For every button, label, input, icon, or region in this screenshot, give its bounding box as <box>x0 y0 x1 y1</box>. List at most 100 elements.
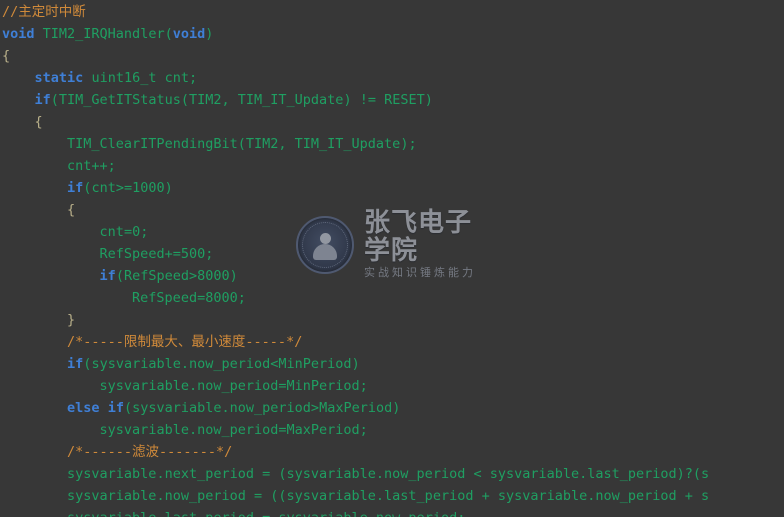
code-token-num: 500 <box>180 246 206 262</box>
code-token-punc: = ( <box>253 466 287 482</box>
code-token-punc: . <box>375 488 385 504</box>
code-token-punc: , <box>221 92 238 108</box>
code-line[interactable]: if(RefSpeed>8000) <box>0 265 784 287</box>
code-token-id: cnt <box>67 158 92 174</box>
code-token-id: sysvariable <box>67 488 157 504</box>
code-token-punc: . <box>156 510 164 517</box>
code-token-punc: ) <box>392 400 401 416</box>
code-token-id: sysvariable <box>286 466 376 482</box>
code-line[interactable]: /*-----限制最大、最小速度-----*/ <box>0 331 784 353</box>
code-token-punc: . <box>156 466 165 482</box>
code-token-punc: . <box>180 356 189 372</box>
code-token-kw: void <box>2 26 35 42</box>
code-token-id: sysvariable <box>278 510 367 517</box>
code-token-brace: { <box>2 48 11 64</box>
code-token-id: sysvariable <box>99 378 189 394</box>
code-line[interactable]: void TIM2_IRQHandler(void) <box>0 23 784 45</box>
code-token-punc: ) <box>164 180 173 196</box>
code-token-punc: = <box>254 510 278 517</box>
code-token-brace: } <box>67 312 76 328</box>
code-token-punc: ; <box>205 246 214 262</box>
code-token-id: sysvariable <box>132 400 222 416</box>
code-line[interactable]: { <box>0 111 784 133</box>
code-line[interactable]: //主定时中断 <box>0 0 784 23</box>
code-token-id: uint16_t <box>91 70 157 86</box>
code-token-punc: . <box>156 488 165 504</box>
code-token-punc: < <box>465 466 490 482</box>
code-line[interactable]: if(TIM_GetITStatus(TIM2, TIM_IT_Update) … <box>0 89 784 111</box>
code-line[interactable]: sysvariable.now_period = ((sysvariable.l… <box>0 485 784 507</box>
code-line[interactable]: RefSpeed=8000; <box>0 287 784 309</box>
code-line[interactable]: if(sysvariable.now_period<MinPeriod) <box>0 353 784 375</box>
code-token-id: MinPeriod <box>286 378 360 394</box>
code-line[interactable]: sysvariable.last_period = sysvariable.no… <box>0 507 784 517</box>
code-token-punc: ) <box>229 268 238 284</box>
code-token-punc: >= <box>115 180 133 196</box>
code-token-fn: TIM2_IRQHandler <box>42 26 165 42</box>
code-line[interactable]: else if(sysvariable.now_period>MaxPeriod… <box>0 397 784 419</box>
code-line[interactable]: if(cnt>=1000) <box>0 177 784 199</box>
code-token-id: RefSpeed <box>99 246 165 262</box>
code-token-id: RefSpeed <box>132 290 198 306</box>
code-token-id: next_period <box>164 466 254 482</box>
code-token-punc: ); <box>400 136 417 152</box>
code-token-id: RESET <box>384 92 425 108</box>
code-token-id: now_period <box>164 488 246 504</box>
code-token-id: sysvariable <box>67 466 157 482</box>
code-line[interactable]: } <box>0 309 784 331</box>
code-token-punc: = <box>197 290 206 306</box>
code-line[interactable]: { <box>0 199 784 221</box>
code-line[interactable]: cnt=0; <box>0 221 784 243</box>
code-token-punc: ( <box>237 136 246 152</box>
code-token-cmt: /*-----限制最大、最小速度-----*/ <box>67 334 303 350</box>
code-token-punc: ) <box>351 356 360 372</box>
code-line[interactable]: cnt++; <box>0 155 784 177</box>
code-token-id: TIM2 <box>245 136 279 152</box>
code-token-kw: void <box>172 26 206 42</box>
code-token-brace: { <box>67 202 76 218</box>
code-line[interactable]: sysvariable.next_period = (sysvariable.n… <box>0 463 784 485</box>
code-token-num: 1000 <box>132 180 165 196</box>
code-token-id: now_period <box>197 422 279 438</box>
code-token-id: MinPeriod <box>278 356 352 372</box>
code-line[interactable]: { <box>0 45 784 67</box>
code-token-punc: ( <box>115 268 124 284</box>
code-token-punc: . <box>188 422 198 438</box>
code-token-punc: . <box>221 400 230 416</box>
code-line[interactable]: static uint16_t cnt; <box>0 67 784 89</box>
code-token-punc: ; <box>359 378 368 394</box>
code-line[interactable]: RefSpeed+=500; <box>0 243 784 265</box>
code-token-punc: ( <box>123 400 133 416</box>
code-line[interactable]: sysvariable.now_period=MinPeriod; <box>0 375 784 397</box>
code-token-num: 8000 <box>197 268 230 284</box>
code-token-punc: = (( <box>245 488 287 504</box>
code-token-cmt: /*------滤波-------*/ <box>67 444 233 460</box>
code-token-punc: += <box>164 246 181 262</box>
code-token-id: now_period <box>376 510 457 517</box>
code-line[interactable]: /*------滤波-------*/ <box>0 441 784 463</box>
code-token-brace: { <box>34 114 43 130</box>
code-token-id: TIM_IT_Update <box>237 92 344 108</box>
code-text-area[interactable]: //主定时中断 void TIM2_IRQHandler(void){ stati… <box>0 0 784 517</box>
code-editor-viewport[interactable]: 张飞电子学院 实战知识锤炼能力 //主定时中断 void TIM2_IRQHand… <box>0 0 784 517</box>
code-token-punc: . <box>188 378 198 394</box>
code-token-kw: if <box>34 92 51 108</box>
code-token-kw: static <box>34 70 84 86</box>
code-line[interactable]: TIM_ClearITPendingBit(TIM2, TIM_IT_Updat… <box>0 133 784 155</box>
code-token-punc: ++; <box>91 158 116 174</box>
code-line[interactable]: sysvariable.now_period=MaxPeriod; <box>0 419 784 441</box>
code-token-punc: ( <box>50 92 59 108</box>
